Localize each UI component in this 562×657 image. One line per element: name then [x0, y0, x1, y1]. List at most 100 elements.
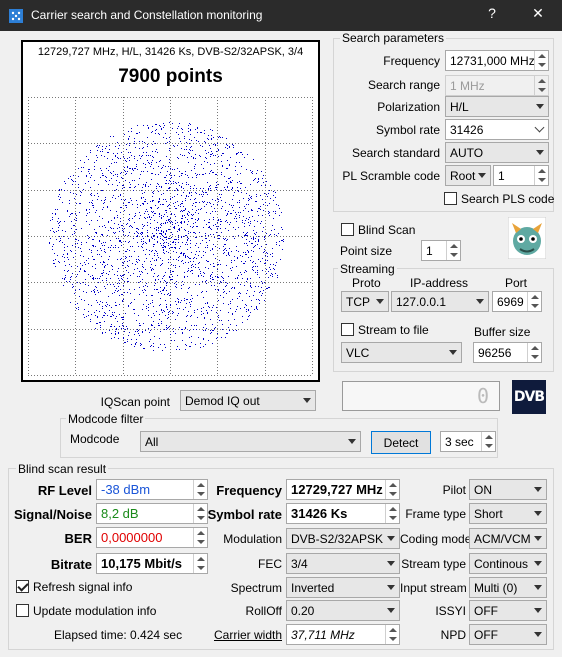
carrier-width-value[interactable]: 37,711 MHz — [286, 624, 400, 645]
constellation-point — [190, 147, 191, 148]
constellation-point — [248, 316, 249, 317]
constellation-point — [145, 185, 146, 186]
search-standard-select[interactable]: AUTO — [445, 142, 549, 163]
constellation-point — [228, 320, 229, 321]
buffer-size-input[interactable]: 96256 — [473, 342, 542, 363]
iq-scan-select[interactable]: Demod IQ out — [180, 390, 316, 411]
polarization-select[interactable]: H/L — [445, 96, 549, 117]
constellation-point — [184, 276, 185, 277]
pls-mode-select[interactable]: Root — [445, 165, 491, 186]
modcode-select[interactable]: All — [140, 431, 361, 452]
coding-mode-select[interactable]: ACM/VCM — [469, 528, 547, 549]
constellation-point — [150, 219, 151, 220]
result-symbol-rate-value[interactable]: 31426 Ks — [286, 503, 400, 524]
constellation-point — [111, 173, 112, 174]
constellation-point — [210, 234, 211, 235]
issyi-select[interactable]: OFF — [469, 600, 547, 621]
detect-button[interactable]: Detect — [371, 431, 431, 454]
carrier-width-label[interactable]: Carrier width — [200, 628, 282, 642]
constellation-point — [196, 258, 197, 259]
constellation-point — [161, 225, 162, 226]
symbol-rate-select[interactable]: 31426 — [445, 119, 549, 140]
result-frequency-value[interactable]: 12729,727 MHz — [286, 479, 400, 500]
constellation-point — [213, 137, 214, 138]
frequency-input[interactable]: 12731,000 MHz — [445, 50, 549, 71]
constellation-point — [104, 200, 105, 201]
constellation-point — [203, 327, 204, 328]
modulation-select[interactable]: DVB-S2/32APSK — [286, 528, 400, 549]
player-select[interactable]: VLC — [341, 342, 462, 363]
constellation-point — [98, 184, 99, 185]
constellation-point — [96, 210, 97, 211]
ip-select[interactable]: 127.0.0.1 — [391, 291, 489, 312]
bitrate-value[interactable]: 10,175 Mbit/s — [96, 553, 208, 574]
timeout-input[interactable]: 3 sec — [440, 431, 496, 452]
constellation-point — [181, 221, 182, 222]
pilot-select[interactable]: ON — [469, 479, 547, 500]
constellation-point — [220, 224, 221, 225]
blind-scan-checkbox[interactable] — [341, 223, 354, 236]
constellation-point — [204, 201, 205, 202]
pls-code-input[interactable]: 1 — [493, 165, 549, 186]
constellation-point — [186, 303, 187, 304]
constellation-point — [99, 226, 100, 227]
proto-select[interactable]: TCP — [341, 291, 389, 312]
port-input[interactable]: 6969 — [492, 291, 542, 312]
constellation-point — [120, 173, 121, 174]
constellation-point — [111, 307, 112, 308]
constellation-point — [253, 180, 254, 181]
npd-select[interactable]: OFF — [469, 624, 547, 645]
constellation-point — [242, 222, 243, 223]
constellation-point — [166, 212, 167, 213]
input-stream-select[interactable]: Multi (0) — [469, 577, 547, 598]
constellation-point — [191, 156, 192, 157]
constellation-point — [174, 214, 175, 215]
constellation-point — [224, 252, 225, 253]
constellation-point — [169, 148, 170, 149]
spectrum-select[interactable]: Inverted — [286, 577, 400, 598]
constellation-point — [239, 296, 240, 297]
constellation-point — [255, 178, 256, 179]
constellation-point — [240, 173, 241, 174]
constellation-point — [269, 287, 270, 288]
constellation-point — [200, 188, 201, 189]
stream-to-file-checkbox[interactable] — [341, 323, 354, 336]
fec-select[interactable]: 3/4 — [286, 553, 400, 574]
constellation-point — [114, 326, 115, 327]
constellation-point — [124, 274, 125, 275]
constellation-point — [86, 260, 87, 261]
constellation-point — [190, 129, 191, 130]
refresh-signal-checkbox[interactable] — [16, 580, 29, 593]
point-size-input[interactable]: 1 — [421, 240, 461, 261]
search-pls-checkbox[interactable] — [444, 192, 457, 205]
rf-level-value[interactable]: -38 dBm — [96, 479, 208, 500]
constellation-point — [161, 264, 162, 265]
constellation-point — [173, 181, 174, 182]
frame-type-select[interactable]: Short — [469, 503, 547, 524]
constellation-point — [170, 304, 171, 305]
constellation-point — [177, 346, 178, 347]
constellation-point — [257, 272, 258, 273]
stream-type-select[interactable]: Continous — [469, 553, 547, 574]
update-modulation-checkbox[interactable] — [16, 604, 29, 617]
constellation-point — [150, 227, 151, 228]
help-button[interactable]: ? — [478, 5, 506, 27]
snr-value[interactable]: 8,2 dB — [96, 503, 208, 524]
constellation-point — [273, 195, 274, 196]
constellation-point — [218, 150, 219, 151]
constellation-point — [193, 203, 194, 204]
rolloff-select[interactable]: 0.20 — [286, 600, 400, 621]
search-range-input[interactable]: 1 MHz — [445, 75, 549, 96]
constellation-point — [181, 236, 182, 237]
constellation-point — [277, 277, 278, 278]
constellation-point — [155, 133, 156, 134]
constellation-point — [153, 346, 154, 347]
constellation-point — [168, 262, 169, 263]
constellation-point — [186, 196, 187, 197]
constellation-point — [240, 293, 241, 294]
constellation-point — [154, 336, 155, 337]
close-button[interactable]: ✕ — [524, 5, 552, 27]
ber-value[interactable]: 0,0000000 — [96, 527, 208, 548]
constellation-point — [58, 223, 59, 224]
constellation-point — [102, 333, 103, 334]
